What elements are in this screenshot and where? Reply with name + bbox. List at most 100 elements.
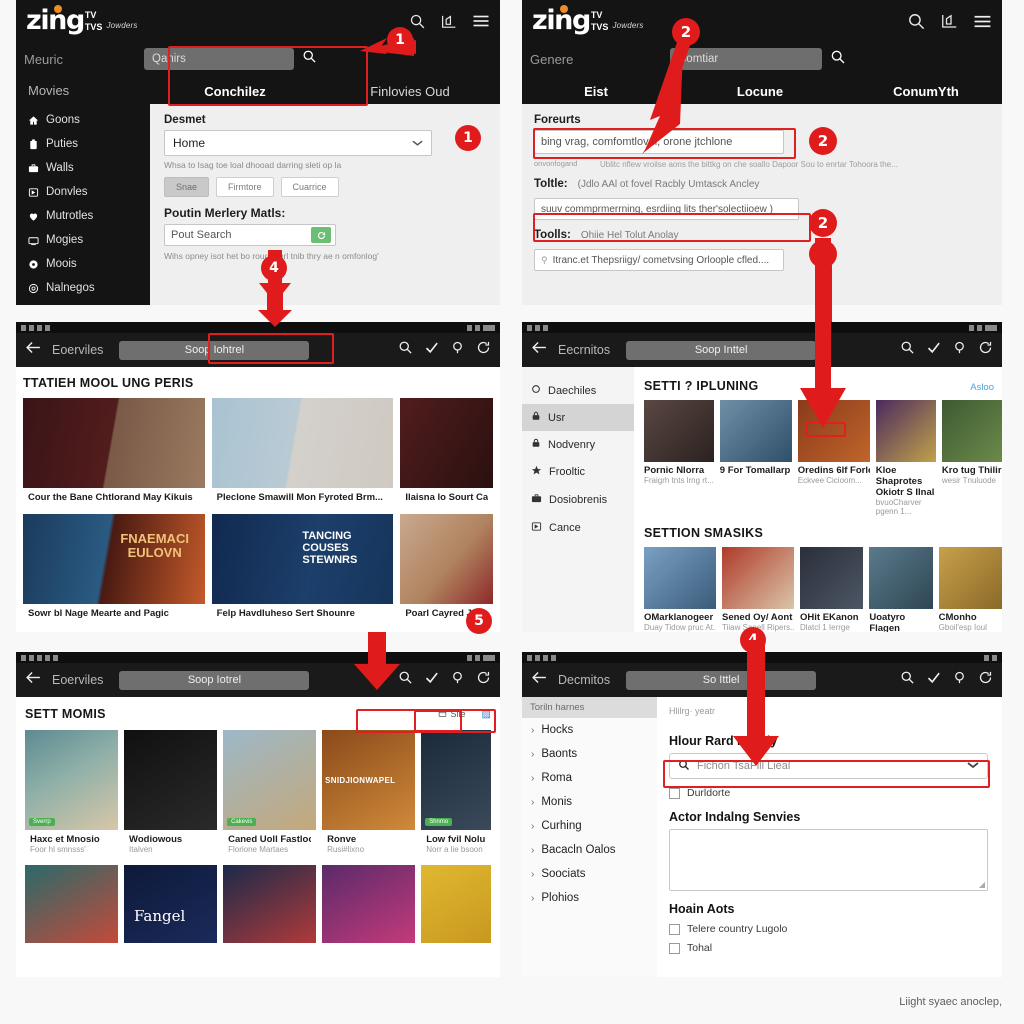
cuarrice-button[interactable]: Cuarrice: [280, 177, 339, 198]
sidebar-item-goons[interactable]: Goons: [16, 108, 150, 132]
sidebar-item-moois[interactable]: Moois: [16, 252, 150, 276]
tree-item-soociats[interactable]: › Soociats: [522, 862, 657, 886]
movie-card[interactable]: Cour the Bane Chtlorand May Kikuis: [23, 398, 205, 507]
panel4-search-pill[interactable]: Soop Inttel: [626, 340, 817, 360]
movie-card[interactable]: [322, 865, 416, 943]
snae-button[interactable]: Snae: [164, 177, 210, 198]
sidebar-item-usr[interactable]: Usr: [522, 404, 634, 431]
account-icon[interactable]: [952, 670, 967, 690]
show-card[interactable]: OHit EKanon Dlatcl 1 Ierrge: [800, 547, 864, 632]
sidebar-item-mogies[interactable]: Mogies: [16, 228, 150, 252]
tree-item-plohios[interactable]: › Plohios: [522, 886, 657, 910]
refresh-icon[interactable]: [978, 670, 993, 690]
movie-card[interactable]: [25, 865, 119, 943]
movie-card[interactable]: Sverrp Haxc et Mnosio Foor hl smnsss': [25, 730, 119, 858]
panel3-search-pill[interactable]: Soop Iohtrel: [119, 340, 310, 360]
sidebar-item-mutrotles[interactable]: Mutrotles: [16, 204, 150, 228]
sidebar-item-intarsonal[interactable]: Intarsonal: [16, 300, 150, 305]
show-card[interactable]: CMonho Gboil'esp Ioul: [938, 547, 1002, 632]
movie-card[interactable]: Cakevis Caned Uoll Fastlood Florione Mart…: [223, 730, 317, 858]
check-icon[interactable]: [424, 670, 439, 690]
search-icon[interactable]: [398, 340, 413, 360]
show-card[interactable]: Kloe Shaprotes Okiotr S Ilnal bvuoCharver…: [875, 400, 936, 516]
movie-card[interactable]: [223, 865, 317, 943]
tree-item-roma[interactable]: › Roma: [522, 766, 657, 790]
refresh-icon[interactable]: [476, 340, 491, 360]
checkbox-tohal[interactable]: Tohal: [669, 942, 988, 954]
movie-card[interactable]: TANCING COUSES STEWNRS Felp Havdluheso S…: [211, 514, 394, 623]
menu-icon[interactable]: [472, 14, 490, 28]
back-arrow-icon[interactable]: [531, 340, 548, 360]
show-card[interactable]: Sened Oy/ AontTiiaw Saoell Ripers...: [722, 547, 794, 632]
tree-item-bacacln-oalos[interactable]: › Bacacln Oalos: [522, 838, 657, 862]
sidebar-item-walls[interactable]: Walls: [16, 156, 150, 180]
tree-item-hocks[interactable]: › Hocks: [522, 718, 657, 742]
check-icon[interactable]: [424, 340, 439, 360]
search-submit-icon[interactable]: [302, 49, 317, 69]
movie-card[interactable]: Shnmo Low fvil Nolu Norr a lie bsoon: [421, 730, 491, 858]
movie-card[interactable]: [421, 865, 491, 943]
account-icon[interactable]: [952, 340, 967, 360]
search-icon[interactable]: [398, 670, 413, 690]
view-chip[interactable]: Sile: [438, 709, 466, 720]
refresh-green-icon[interactable]: [311, 227, 331, 244]
refresh-icon[interactable]: [476, 670, 491, 690]
menu-icon[interactable]: [973, 14, 992, 29]
cart-icon[interactable]: [940, 12, 959, 30]
cart-icon[interactable]: [440, 13, 458, 30]
tree-item-curhing[interactable]: › Curhing: [522, 814, 657, 838]
back-arrow-icon[interactable]: [531, 670, 548, 690]
sidebar-item-nalnegos[interactable]: Nalnegos: [16, 276, 150, 300]
refresh-icon[interactable]: [978, 340, 993, 360]
show-card[interactable]: OMarklanogeer Duay Tidow pruc At...: [644, 547, 716, 632]
sidebar-item-daechiles[interactable]: Daechiles: [522, 377, 634, 404]
grid-toggle-icon[interactable]: ▨: [482, 709, 491, 720]
tab-conumyth[interactable]: ConumYth: [850, 84, 1002, 99]
movie-card[interactable]: Wodiowous Italven: [124, 730, 218, 858]
check-icon[interactable]: [926, 340, 941, 360]
account-icon[interactable]: [450, 670, 465, 690]
brand-logo[interactable]: zing TV TVS Jowders: [26, 5, 138, 34]
sidebar-item-cance[interactable]: Cance: [522, 514, 634, 542]
tree-item-monis[interactable]: › Monis: [522, 790, 657, 814]
tree-item-baonts[interactable]: › Baonts: [522, 742, 657, 766]
panel5-search-pill[interactable]: Soop Iotrel: [119, 670, 310, 690]
account-icon[interactable]: [450, 340, 465, 360]
pout-search-input[interactable]: Pout Search: [164, 224, 336, 247]
back-arrow-icon[interactable]: [25, 340, 42, 360]
search-input[interactable]: Qanirs: [144, 48, 294, 70]
tab-conchilez[interactable]: Conchilez: [150, 84, 320, 99]
section1-link[interactable]: Asloo: [970, 382, 994, 393]
movie-card[interactable]: Ilaisna lo Sourt Cal: [400, 398, 493, 507]
movie-card[interactable]: FNAEMACI EULOVN Sowr bl Nage Mearte and …: [23, 514, 205, 623]
search-submit-icon[interactable]: [830, 49, 846, 70]
panel6-search-pill[interactable]: So Ittlel: [626, 670, 817, 690]
sidebar-item-frooltic[interactable]: Frooltic: [522, 458, 634, 486]
actor-textarea[interactable]: ◢: [669, 829, 988, 891]
home-select[interactable]: Home: [164, 130, 432, 156]
show-card[interactable]: Kro tug Thilir wesir Tnuluode: [941, 400, 1002, 516]
resize-handle-icon[interactable]: ◢: [979, 880, 985, 889]
checkbox-durldorte[interactable]: Durldorte: [669, 787, 988, 799]
search-icon[interactable]: [900, 670, 915, 690]
show-card[interactable]: Uoatyro Flagen GtowerIdiescl Boaress: [869, 547, 933, 632]
movie-card[interactable]: Pleclone Smawill Mon Fyroted Brm...: [211, 398, 394, 507]
firmtore-button[interactable]: Firmtore: [216, 177, 274, 198]
sidebar-item-nodvenry[interactable]: Nodvenry: [522, 431, 634, 458]
movie-card[interactable]: Fangel: [124, 865, 218, 943]
toltle-input[interactable]: suuv commprmerrning, esrdiing lits ther'…: [534, 198, 799, 221]
toolls-input[interactable]: ⚲ Itranc.et Thepsriigy/ cometvsing Orloo…: [534, 249, 784, 272]
sidebar-item-puties[interactable]: Puties: [16, 132, 150, 156]
back-arrow-icon[interactable]: [25, 670, 42, 690]
search-icon[interactable]: [900, 340, 915, 360]
movie-card[interactable]: Poarl Cayred Jom.: [400, 514, 493, 623]
tab-finlovies-oud[interactable]: Finlovies Oud: [320, 84, 500, 99]
checkbox-telere-country[interactable]: Telere country Lugolo: [669, 923, 988, 935]
sidebar-item-donvles[interactable]: Donvles: [16, 180, 150, 204]
sidebar-item-dosiobrenis[interactable]: Dosiobrenis: [522, 486, 634, 514]
filter-search-select[interactable]: Fichon TsaFill Lieal: [669, 753, 988, 779]
show-card[interactable]: Pornic Nlorra Fraigrh tnts lrng rt...: [644, 400, 714, 516]
show-card[interactable]: 9 For Tomallarp 1: [719, 400, 792, 516]
check-icon[interactable]: [926, 670, 941, 690]
movie-card[interactable]: SNIDJIONWAPEL Ronve Rusi#lixno: [322, 730, 416, 858]
